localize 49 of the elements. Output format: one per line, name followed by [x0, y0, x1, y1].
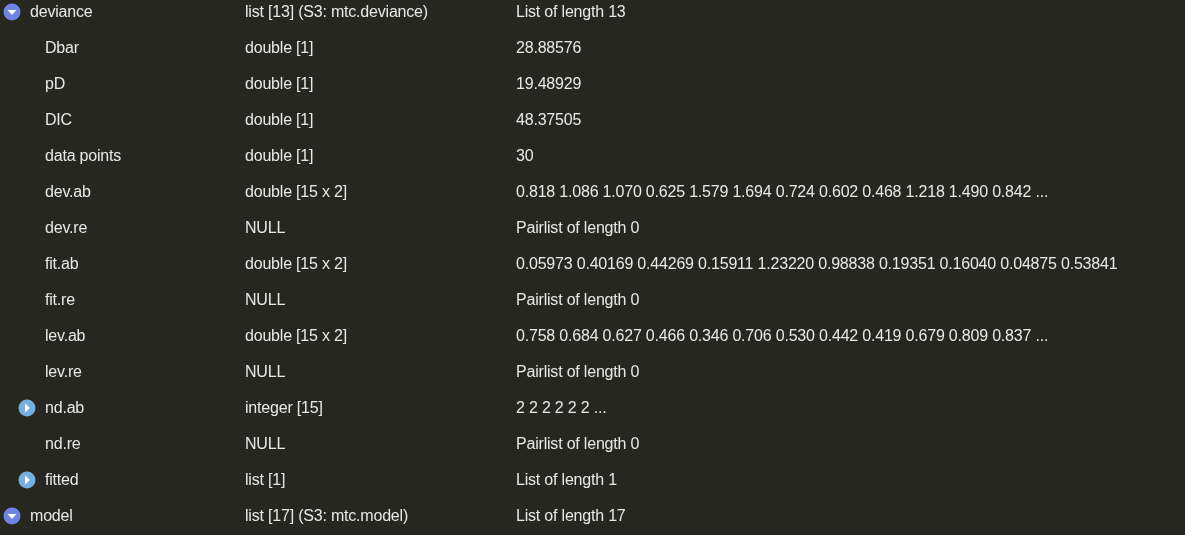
expand-icon[interactable]	[18, 399, 36, 417]
variable-type: NULL	[245, 434, 287, 454]
variable-type: list [17] (S3: mtc.model)	[245, 506, 410, 526]
variable-value: 0.818 1.086 1.070 0.625 1.579 1.694 0.724 0.602 0.468 1.218 1.490 0.842 ...	[516, 182, 1049, 202]
variable-name: model	[30, 506, 73, 526]
variable-value: Pairlist of length 0	[516, 218, 640, 238]
variable-value: 28.88576	[516, 38, 582, 58]
variable-value: Pairlist of length 0	[516, 434, 640, 454]
variable-value: 30	[516, 146, 534, 166]
variable-name: nd.ab	[45, 398, 85, 418]
variable-type: double [1]	[245, 38, 315, 58]
variable-name: dev.re	[45, 218, 88, 238]
variable-name: fit.re	[45, 290, 75, 310]
variable-value: List of length 17	[516, 506, 626, 526]
variable-name: nd.re	[45, 434, 81, 454]
variable-type: double [15 x 2]	[245, 254, 348, 274]
variable-name: fitted	[45, 470, 79, 490]
variable-name: lev.ab	[45, 326, 86, 346]
variable-type: double [15 x 2]	[245, 182, 348, 202]
variable-name: deviance	[30, 2, 93, 22]
variable-type: double [1]	[245, 146, 315, 166]
collapse-icon[interactable]	[3, 507, 21, 525]
variable-value: Pairlist of length 0	[516, 362, 640, 382]
variable-value: List of length 1	[516, 470, 617, 490]
variable-type: NULL	[245, 290, 287, 310]
variable-value: 0.758 0.684 0.627 0.466 0.346 0.706 0.530 0.442 0.419 0.679 0.809 0.837 ...	[516, 326, 1049, 346]
collapse-icon[interactable]	[3, 3, 21, 21]
variable-name: dev.ab	[45, 182, 91, 202]
variable-type: list [1]	[245, 470, 287, 490]
variable-value: 48.37505	[516, 110, 582, 130]
variable-name: DIC	[45, 110, 72, 130]
variable-type: double [1]	[245, 110, 315, 130]
variable-type: integer [15]	[245, 398, 324, 418]
variable-name: fit.ab	[45, 254, 79, 274]
variable-value: 2 2 2 2 2 2 ...	[516, 398, 607, 418]
variable-name: data points	[45, 146, 122, 166]
variable-name: lev.re	[45, 362, 82, 382]
expand-icon[interactable]	[18, 471, 36, 489]
variable-name: pD	[45, 74, 66, 94]
variable-value: Pairlist of length 0	[516, 290, 640, 310]
variable-type: double [1]	[245, 74, 315, 94]
variable-type: NULL	[245, 218, 287, 238]
variable-value: 19.48929	[516, 74, 582, 94]
variable-value: 0.05973 0.40169 0.44269 0.15911 1.23220 0.98838 0.19351 0.16040 0.04875 0.53841	[516, 254, 1118, 274]
variable-value: List of length 13	[516, 2, 626, 22]
variable-name: Dbar	[45, 38, 79, 58]
variable-type: double [15 x 2]	[245, 326, 348, 346]
variable-type: NULL	[245, 362, 287, 382]
variable-type: list [13] (S3: mtc.deviance)	[245, 2, 429, 22]
